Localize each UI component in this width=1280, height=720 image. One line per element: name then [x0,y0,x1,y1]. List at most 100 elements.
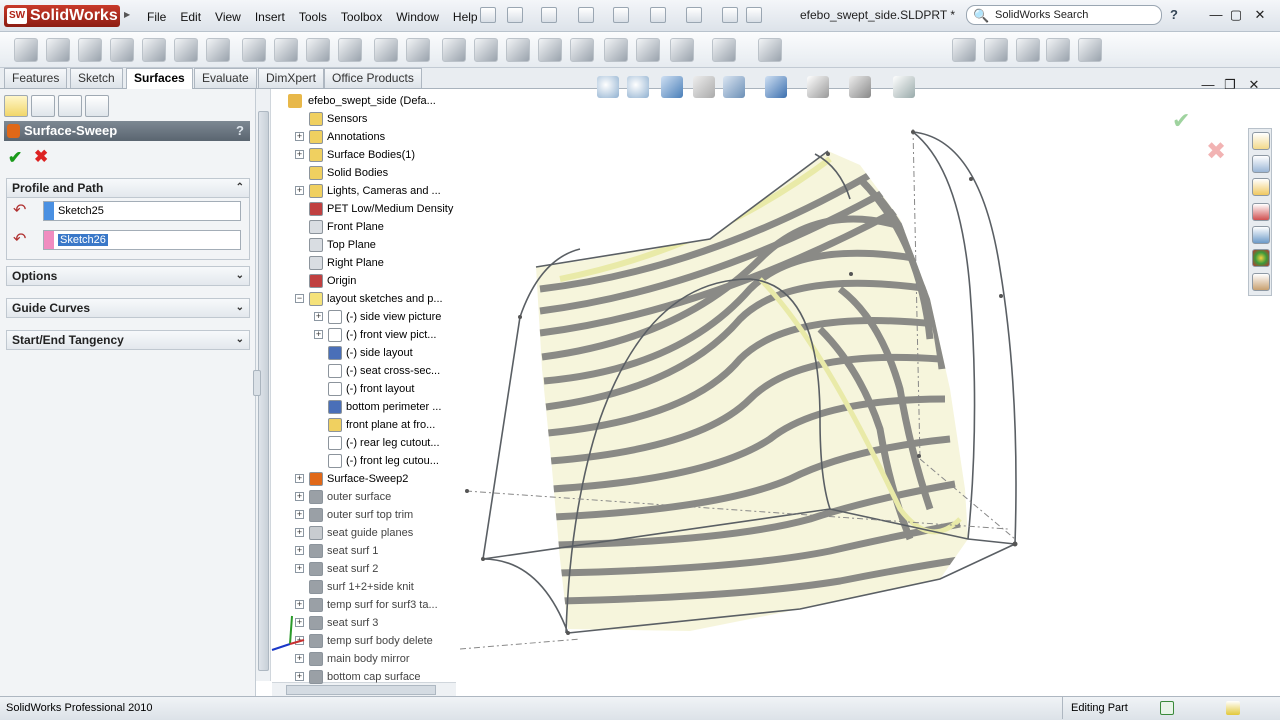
undo-icon[interactable] [650,7,666,23]
new-document-icon[interactable] [507,7,523,23]
axis-icon[interactable] [1016,38,1040,62]
tree-item-right-plane[interactable]: Right Plane [309,254,384,272]
view-palette-icon[interactable] [1252,226,1270,244]
dimxpert-tab-icon[interactable] [85,95,109,117]
instant3d-icon[interactable] [758,38,782,62]
tree-item-lights-cameras[interactable]: + Lights, Cameras and ... [295,182,441,200]
profile-selection-box[interactable]: Sketch25 [43,201,241,221]
point-icon[interactable] [1046,38,1070,62]
tab-features[interactable]: Features [4,68,68,88]
expand-toggle-icon[interactable]: + [295,672,304,681]
tree-item-surface-bodies[interactable]: + Surface Bodies(1) [295,146,415,164]
scroll-thumb[interactable] [286,685,436,695]
chevron-down-icon[interactable]: ⌄ [236,331,244,349]
viewport-minimize-icon[interactable]: — [1198,76,1218,94]
extruded-surface-icon[interactable] [14,38,38,62]
delete-face-icon[interactable] [374,38,398,62]
previous-view-icon[interactable] [661,76,683,98]
maximize-icon[interactable]: ▢ [1226,6,1246,24]
search-results-icon[interactable] [1252,203,1270,221]
expand-toggle-icon[interactable]: + [295,150,304,159]
logo-arrow-icon[interactable]: ▶ [124,10,130,19]
expand-toggle-icon[interactable]: + [295,492,304,501]
solidworks-logo[interactable]: SW SolidWorks [4,5,120,27]
tree-item-seat-cross-section[interactable]: (-) seat cross-sec... [328,362,440,380]
tree-item-front-view-picture[interactable]: + (-) front view pict... [314,326,436,344]
ok-checkmark-icon[interactable]: ✔ [8,148,22,168]
tree-item-outer-surface[interactable]: + outer surface [295,488,391,506]
panel-splitter[interactable] [253,370,261,396]
menu-help[interactable]: Help [446,8,485,26]
tree-item-solid-bodies[interactable]: Solid Bodies [309,164,388,182]
close-icon[interactable]: ✕ [1250,6,1270,24]
tab-sketch[interactable]: Sketch [70,68,123,88]
cancel-x-icon[interactable]: ✖ [34,147,48,167]
viewport-close-icon[interactable]: ✕ [1244,76,1264,94]
tree-item-material[interactable]: PET Low/Medium Density [309,200,453,218]
planar-surface-icon[interactable] [242,38,266,62]
cut-with-surface-icon[interactable] [604,38,628,62]
configurationmanager-tab-icon[interactable] [58,95,82,117]
tree-item-surface-sweep2[interactable]: + Surface-Sweep2 [295,470,408,488]
tree-item-surf-knit[interactable]: surf 1+2+side knit [309,578,414,596]
expand-toggle-icon[interactable]: + [314,312,323,321]
fillet-icon[interactable] [338,38,362,62]
zoom-to-fit-icon[interactable] [597,76,619,98]
tree-item-bottom-perimeter[interactable]: bottom perimeter ... [328,398,441,416]
zoom-to-area-icon[interactable] [627,76,649,98]
lofted-surface-icon[interactable] [110,38,134,62]
boundary-surface-icon[interactable] [142,38,166,62]
trim-surface-icon[interactable] [474,38,498,62]
tree-item-side-layout[interactable]: (-) side layout [328,344,413,362]
ruled-surface-icon[interactable] [306,38,330,62]
print-icon[interactable] [613,7,629,23]
quick-tips-icon[interactable] [1160,701,1174,715]
tree-item-bottom-cap-surface[interactable]: + bottom cap surface [295,668,421,686]
display-style-icon[interactable] [765,76,787,98]
pm-help-icon[interactable]: ? [236,121,244,141]
minimize-icon[interactable]: — [1206,6,1226,24]
menu-window[interactable]: Window [389,8,446,26]
tree-item-temp-surf-body-delete[interactable]: + temp surf body delete [295,632,433,650]
filled-surface-icon[interactable] [174,38,198,62]
expand-toggle-icon[interactable]: + [295,528,304,537]
custom-properties-icon[interactable] [1252,273,1270,291]
confirm-cancel-icon[interactable]: ✖ [1206,137,1226,166]
reference-geometry-icon[interactable] [670,38,694,62]
tree-item-main-body-mirror[interactable]: + main body mirror [295,650,410,668]
tree-item-temp-surf-surf3[interactable]: + temp surf for surf3 ta... [295,596,438,614]
tree-item-seat-guide-planes[interactable]: + seat guide planes [295,524,413,542]
tree-item-layout-folder[interactable]: − layout sketches and p... [295,290,443,308]
group-profile-and-path[interactable]: Profile and Path ⌃ [6,178,250,198]
tree-item-seat-surf-1[interactable]: + seat surf 1 [295,542,378,560]
tree-item-front-leg-cutout[interactable]: (-) front leg cutou... [328,452,439,470]
tree-item-seat-surf-3[interactable]: + seat surf 3 [295,614,378,632]
replace-face-icon[interactable] [406,38,430,62]
freeform-icon[interactable] [206,38,230,62]
edit-appearance-icon[interactable] [849,76,871,98]
expand-toggle-icon[interactable]: + [295,510,304,519]
tree-root[interactable]: efebo_swept_side (Defa... [288,92,436,110]
chevron-down-icon[interactable]: ⌄ [236,267,244,285]
view-settings-icon[interactable] [893,76,915,98]
untrim-surface-icon[interactable] [506,38,530,62]
graphics-area[interactable] [289,89,1280,696]
tree-item-sensors[interactable]: Sensors [309,110,367,128]
expand-toggle-icon[interactable]: + [295,564,304,573]
curves-icon[interactable] [712,38,736,62]
tree-item-front-plane-at-front[interactable]: front plane at fro... [328,416,435,434]
tree-item-annotations[interactable]: + Annotations [295,128,385,146]
menu-insert[interactable]: Insert [248,8,292,26]
tree-item-front-layout[interactable]: (-) front layout [328,380,414,398]
tab-evaluate[interactable]: Evaluate [194,68,257,88]
tree-item-seat-surf-2[interactable]: + seat surf 2 [295,560,378,578]
confirm-ok-icon[interactable]: ✔ [1172,108,1190,134]
save-icon[interactable] [578,7,594,23]
tab-dimxpert[interactable]: DimXpert [258,68,325,88]
chevron-up-icon[interactable]: ⌃ [236,179,244,197]
menu-file[interactable]: File [140,8,173,26]
path-selection-box[interactable]: Sketch26 [43,230,241,250]
group-start-end-tangency[interactable]: Start/End Tangency ⌄ [6,330,250,350]
menu-view[interactable]: View [208,8,248,26]
tree-item-rear-leg-cutout[interactable]: (-) rear leg cutout... [328,434,440,452]
